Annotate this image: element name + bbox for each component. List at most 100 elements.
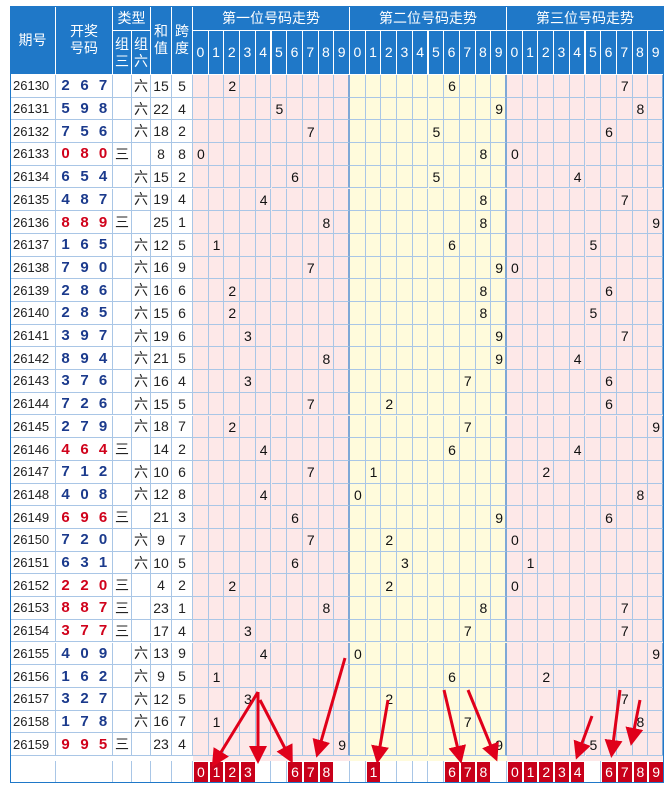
row-type-g6 — [132, 506, 151, 529]
zone1-grid-cell — [224, 347, 241, 371]
zone1-grid-cell — [318, 392, 335, 416]
zone2-grid-cell — [412, 438, 429, 461]
zone1-grid-cell — [240, 597, 256, 620]
zone1-grid-cell — [193, 188, 209, 212]
zone3-grid-cell — [538, 506, 555, 529]
row-draw-digit-3: 0 — [94, 256, 113, 280]
row-type-g3: 三 — [113, 597, 132, 620]
zone2-grid-cell — [350, 460, 366, 484]
zone1-grid-cell — [208, 370, 225, 393]
zone3-grid-cell — [554, 188, 570, 212]
zone3-grid-cell — [585, 415, 602, 439]
zone1-digit-4: 4 — [255, 31, 272, 75]
zone3-grid-cell — [632, 165, 649, 189]
zone1-mark-6: 6 — [291, 555, 299, 572]
zone2-grid-cell — [428, 506, 445, 529]
row-draw-digit-3: 7 — [94, 324, 113, 348]
zone2-grid-cell — [444, 733, 460, 756]
zone1-digit-7: 7 — [302, 31, 319, 75]
zone1-pick-6: 6 — [287, 761, 303, 783]
row-draw-digit-2: 0 — [75, 643, 94, 666]
zone1-grid-cell — [334, 120, 350, 144]
zone2-grid-cell — [397, 302, 413, 325]
zone3-digit-3: 3 — [554, 31, 570, 75]
zone1-grid-cell — [334, 188, 350, 212]
zone2-grid-cell — [412, 460, 429, 484]
zone3-grid-cell — [507, 619, 523, 643]
zone3-grid-cell — [585, 97, 602, 121]
row-issue: 26143 — [10, 370, 56, 393]
zone3-grid-cell — [632, 733, 649, 756]
zone2-grid-cell — [444, 460, 460, 484]
row-type-g6: 六 — [132, 710, 151, 734]
zone2-grid-cell — [381, 551, 398, 575]
zone2-grid-cell — [381, 143, 398, 166]
zone2-grid-cell — [412, 665, 429, 688]
zone1-grid-cell — [224, 438, 241, 461]
zone2-grid-cell — [428, 551, 445, 575]
zone3-grid-cell — [616, 665, 633, 688]
zone2-grid-cell — [444, 529, 460, 552]
zone3-grid-cell — [554, 256, 570, 280]
zone2-grid-cell — [491, 279, 507, 302]
zone2-mark-2: 2 — [385, 691, 394, 708]
row-draw-digit-2: 6 — [75, 234, 94, 257]
zone3-pick-1: 1 — [522, 761, 539, 783]
zone1-grid-cell — [240, 256, 256, 280]
zone2-grid-cell — [381, 642, 398, 666]
zone2-grid-cell — [350, 733, 366, 756]
zone3-pick-0: 0 — [507, 761, 523, 783]
zone2-grid-cell — [397, 665, 413, 688]
zone2-grid-cell — [381, 324, 398, 348]
zone2-grid-cell — [397, 619, 413, 643]
zone2-digit-5: 5 — [428, 31, 445, 75]
zone3-grid-cell — [538, 597, 555, 620]
row-type-g3 — [113, 97, 132, 121]
zone2-grid-cell — [459, 143, 476, 166]
row-draw-digit-1: 4 — [56, 189, 75, 212]
zone2-grid-cell — [397, 687, 413, 711]
zone2-grid-cell — [428, 392, 445, 416]
zone3-grid-cell — [538, 279, 555, 302]
zone3-grid-cell — [507, 415, 523, 439]
zone1-grid-cell — [318, 302, 335, 325]
zone1-mark-4: 4 — [259, 191, 268, 208]
zone1-grid-cell — [287, 710, 303, 734]
zone3-grid-cell — [507, 392, 523, 416]
zone2-grid-cell — [491, 642, 507, 666]
zone2-grid-cell — [475, 233, 492, 257]
zone2-grid-cell — [350, 529, 366, 552]
zone2-grid-cell — [365, 574, 382, 598]
zone2-grid-cell — [475, 460, 492, 484]
zone1-grid-cell — [224, 597, 241, 620]
zone1-grid-cell — [271, 233, 288, 257]
zone3-pick-9: 9 — [648, 761, 664, 783]
zone3-grid-cell — [507, 687, 523, 711]
zone3-grid-cell — [554, 324, 570, 348]
zone3-grid-cell — [601, 574, 617, 598]
zone3-grid-cell — [538, 256, 555, 280]
zone3-grid-cell — [601, 665, 617, 688]
zone3-mark-6: 6 — [605, 373, 613, 390]
zone1-grid-cell — [193, 619, 209, 643]
row-draw-digit-2: 8 — [75, 597, 94, 620]
zone1-grid-cell — [287, 143, 303, 166]
zone2-grid-cell — [381, 370, 398, 393]
row-span: 7 — [172, 529, 193, 552]
zone3-grid-cell — [616, 256, 633, 280]
zone3-mark-7: 7 — [620, 191, 629, 208]
zone2-grid-cell — [365, 710, 382, 734]
zone3-grid-cell — [538, 143, 555, 166]
zone3-grid-cell — [616, 279, 633, 302]
row-draw-digit-2: 9 — [75, 733, 94, 756]
zone2-grid-cell — [459, 642, 476, 666]
zone1-grid-cell — [255, 75, 272, 98]
zone3-grid-cell — [522, 619, 539, 643]
zone1-grid-cell — [224, 188, 241, 212]
row-sum: 21 — [151, 347, 172, 371]
zone2-grid-cell — [444, 370, 460, 393]
zone1-grid-cell — [240, 392, 256, 416]
zone3-grid-cell — [585, 529, 602, 552]
row-issue: 26157 — [10, 687, 56, 711]
zone1-grid-cell — [271, 279, 288, 302]
